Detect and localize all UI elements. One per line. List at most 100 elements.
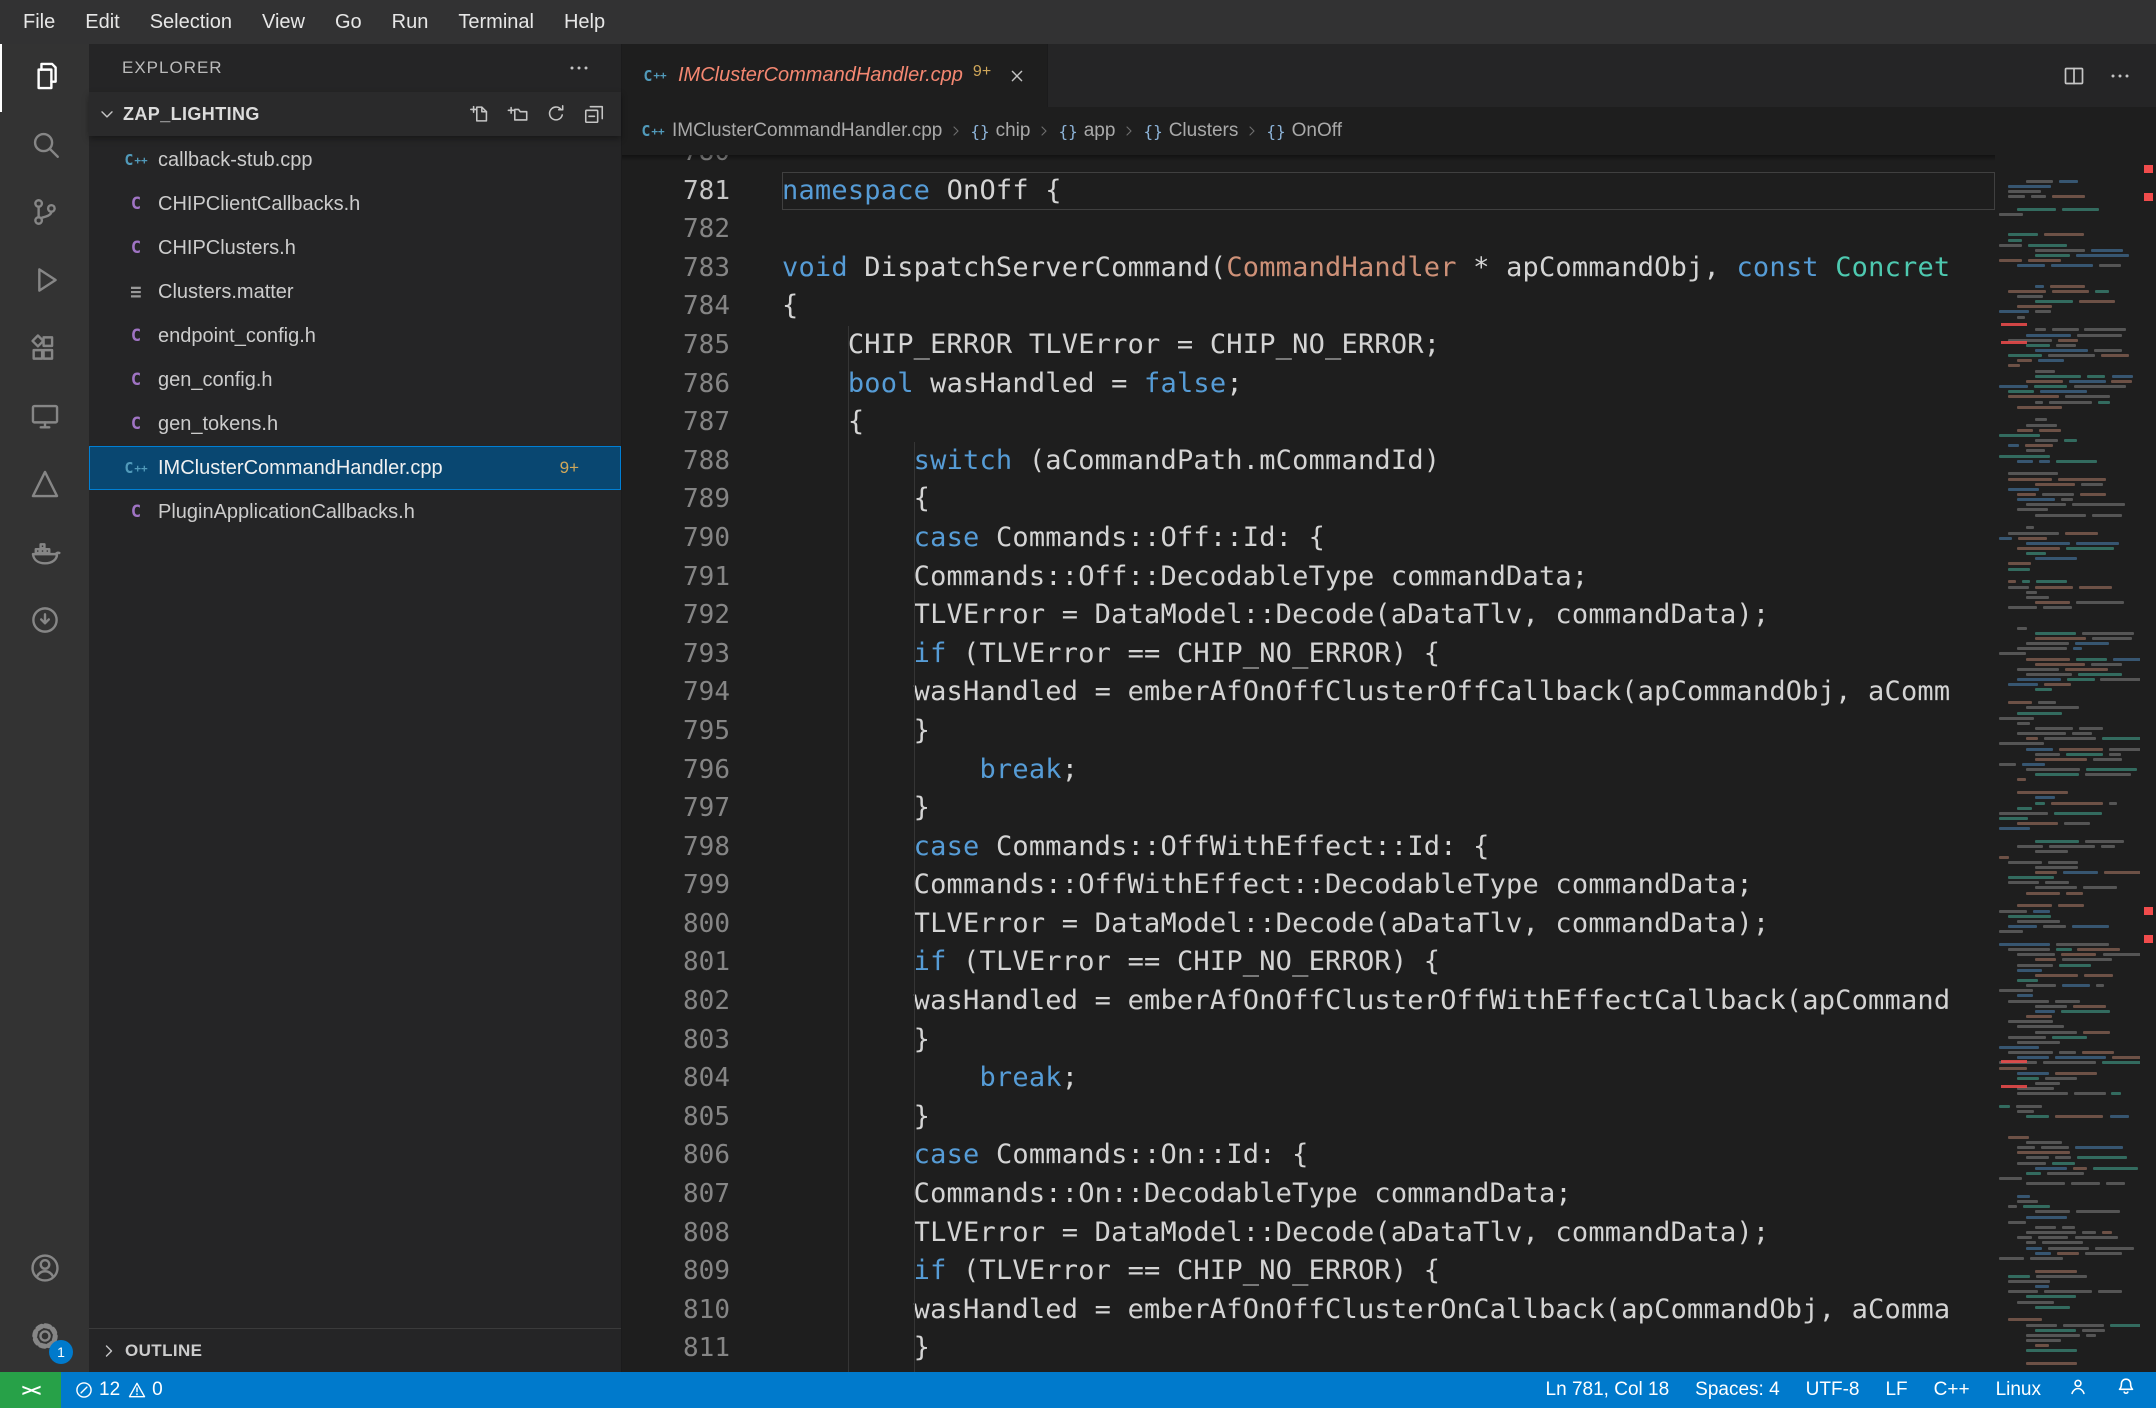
code-line-798[interactable]: 798 case Commands::OffWithEffect::Id: { — [622, 828, 1995, 867]
encoding-indicator[interactable]: UTF-8 — [1793, 1372, 1873, 1408]
code-line-809[interactable]: 809 if (TLVError == CHIP_NO_ERROR) { — [622, 1252, 1995, 1291]
problems-button[interactable]: 12 0 — [61, 1372, 176, 1408]
code-line-803[interactable]: 803 } — [622, 1021, 1995, 1060]
code-line-785[interactable]: 785 CHIP_ERROR TLVError = CHIP_NO_ERROR; — [622, 326, 1995, 365]
code-text: } — [782, 1023, 931, 1055]
code-line-793[interactable]: 793 if (TLVError == CHIP_NO_ERROR) { — [622, 635, 1995, 674]
folder-section-header[interactable]: ZAP_LIGHTING — [89, 92, 621, 136]
code-editor[interactable]: 780 781 namespace OnOff {782 783 void Dispat… — [622, 155, 1995, 1372]
code-line-805[interactable]: 805 } — [622, 1098, 1995, 1137]
menu-view[interactable]: View — [247, 0, 320, 44]
code-line-781[interactable]: 781 namespace OnOff { — [622, 172, 1995, 211]
activity-docker[interactable] — [0, 520, 89, 588]
code-line-799[interactable]: 799 Commands::OffWithEffect::DecodableTy… — [622, 866, 1995, 905]
file-item-imclustercommandhandler-cpp[interactable]: C ++ IMClusterCommandHandler.cpp 9+ — [89, 446, 621, 490]
notifications-bell[interactable] — [2102, 1372, 2150, 1408]
code-line-790[interactable]: 790 case Commands::Off::Id: { — [622, 519, 1995, 558]
indentation-indicator[interactable]: Spaces: 4 — [1682, 1372, 1793, 1408]
activity-settings[interactable]: 1 — [0, 1304, 89, 1372]
activity-run-and-debug[interactable] — [0, 248, 89, 316]
outline-section-header[interactable]: OUTLINE — [89, 1328, 621, 1372]
breadcrumb-item-chip[interactable]: {} chip — [968, 120, 1032, 142]
code-line-791[interactable]: 791 Commands::Off::DecodableType command… — [622, 558, 1995, 597]
activity-remote-explorer[interactable] — [0, 384, 89, 452]
error-marker — [2144, 935, 2153, 943]
code-line-782[interactable]: 782 — [622, 210, 1995, 249]
os-indicator[interactable]: Linux — [1983, 1372, 2054, 1408]
language-indicator[interactable]: C++ — [1921, 1372, 1983, 1408]
split-editor-icon[interactable] — [2062, 64, 2086, 88]
menu-run[interactable]: Run — [377, 0, 444, 44]
activity-circle-arrow[interactable] — [0, 588, 89, 656]
namespace-symbol-icon: {} — [1143, 121, 1163, 141]
breadcrumb-item-onoff[interactable]: {} OnOff — [1264, 120, 1344, 142]
code-line-802[interactable]: 802 wasHandled = emberAfOnOffClusterOffW… — [622, 982, 1995, 1021]
file-item-chipclusters-h[interactable]: C CHIPClusters.h — [89, 226, 621, 270]
activity-extensions[interactable] — [0, 316, 89, 384]
code-line-784[interactable]: 784 { — [622, 287, 1995, 326]
menu-terminal[interactable]: Terminal — [443, 0, 549, 44]
file-item-pluginapplicationcallbacks-h[interactable]: C PluginApplicationCallbacks.h — [89, 490, 621, 534]
file-item-callback-stub-cpp[interactable]: C ++ callback-stub.cpp — [89, 138, 621, 182]
refresh-icon[interactable] — [545, 103, 567, 125]
activity-accounts[interactable] — [0, 1236, 89, 1304]
breadcrumb-item-clusters[interactable]: {} Clusters — [1141, 120, 1240, 142]
breadcrumb-item-app[interactable]: {} app — [1056, 120, 1117, 142]
more-actions-icon[interactable] — [2108, 64, 2132, 88]
activity-search[interactable] — [0, 112, 89, 180]
code-line-788[interactable]: 788 switch (aCommandPath.mCommandId) — [622, 442, 1995, 481]
code-line-811[interactable]: 811 } — [622, 1329, 1995, 1368]
code-line-801[interactable]: 801 if (TLVError == CHIP_NO_ERROR) { — [622, 943, 1995, 982]
eol-indicator[interactable]: LF — [1872, 1372, 1920, 1408]
close-icon[interactable] — [1007, 66, 1027, 86]
file-item-chipclientcallbacks-h[interactable]: C CHIPClientCallbacks.h — [89, 182, 621, 226]
remote-button[interactable]: >< — [0, 1372, 61, 1408]
code-line-804[interactable]: 804 break; — [622, 1059, 1995, 1098]
menu-help[interactable]: Help — [549, 0, 620, 44]
menu-selection[interactable]: Selection — [135, 0, 247, 44]
code-line-786[interactable]: 786 bool wasHandled = false; — [622, 365, 1995, 404]
code-text: TLVError = DataModel::Decode(aDataTlv, c… — [782, 907, 1770, 939]
activity-cmake[interactable] — [0, 452, 89, 520]
activity-source-control[interactable] — [0, 180, 89, 248]
code-line-780[interactable]: 780 — [622, 155, 1995, 172]
overview-ruler[interactable] — [2140, 155, 2156, 1372]
code-line-787[interactable]: 787 { — [622, 403, 1995, 442]
menu-bar: File Edit Selection View Go Run Terminal Help — [0, 0, 2156, 44]
line-number: 785 — [683, 329, 730, 360]
code-line-797[interactable]: 797 } — [622, 789, 1995, 828]
tab-bar: C ++ IMClusterCommandHandler.cpp 9+ — [622, 44, 2156, 107]
warning-icon — [127, 1380, 147, 1400]
feedback-button[interactable] — [2054, 1372, 2102, 1408]
menu-file[interactable]: File — [8, 0, 70, 44]
code-line-808[interactable]: 808 TLVError = DataModel::Decode(aDataTl… — [622, 1214, 1995, 1253]
code-line-783[interactable]: 783 void DispatchServerCommand(CommandHan… — [622, 249, 1995, 288]
menu-go[interactable]: Go — [320, 0, 377, 44]
file-item-clusters-matter[interactable]: ≡ Clusters.matter — [89, 270, 621, 314]
code-line-792[interactable]: 792 TLVError = DataModel::Decode(aDataTl… — [622, 596, 1995, 635]
code-line-810[interactable]: 810 wasHandled = emberAfOnOffClusterOnCa… — [622, 1291, 1995, 1330]
line-number: 797 — [683, 793, 730, 824]
file-item-gen-tokens-h[interactable]: Cgen_tokens.h — [89, 402, 621, 446]
new-file-icon[interactable] — [469, 103, 491, 125]
tab-imclustercommandhandler[interactable]: C ++ IMClusterCommandHandler.cpp 9+ — [622, 44, 1049, 107]
code-line-806[interactable]: 806 case Commands::On::Id: { — [622, 1136, 1995, 1175]
code-line-796[interactable]: 796 break; — [622, 751, 1995, 790]
new-folder-icon[interactable] — [507, 103, 529, 125]
code-line-795[interactable]: 795 } — [622, 712, 1995, 751]
minimap[interactable] — [1995, 155, 2140, 1372]
code-line-800[interactable]: 800 TLVError = DataModel::Decode(aDataTl… — [622, 905, 1995, 944]
collapse-all-icon[interactable] — [583, 103, 605, 125]
code-line-794[interactable]: 794 wasHandled = emberAfOnOffClusterOffC… — [622, 673, 1995, 712]
code-line-812[interactable]: 812 break; — [622, 1368, 1995, 1372]
menu-edit[interactable]: Edit — [70, 0, 134, 44]
code-text: } — [782, 1332, 931, 1364]
line-col-indicator[interactable]: Ln 781, Col 18 — [1533, 1372, 1683, 1408]
file-item-endpoint-config-h[interactable]: Cendpoint_config.h — [89, 314, 621, 358]
activity-explorer[interactable] — [0, 44, 89, 112]
breadcrumb-item-imclustercommandhandler-cpp[interactable]: C ++ IMClusterCommandHandler.cpp — [638, 118, 944, 144]
code-line-789[interactable]: 789 { — [622, 480, 1995, 519]
code-line-807[interactable]: 807 Commands::On::DecodableType commandD… — [622, 1175, 1995, 1214]
file-item-gen-config-h[interactable]: Cgen_config.h — [89, 358, 621, 402]
more-actions-icon[interactable] — [567, 56, 591, 80]
